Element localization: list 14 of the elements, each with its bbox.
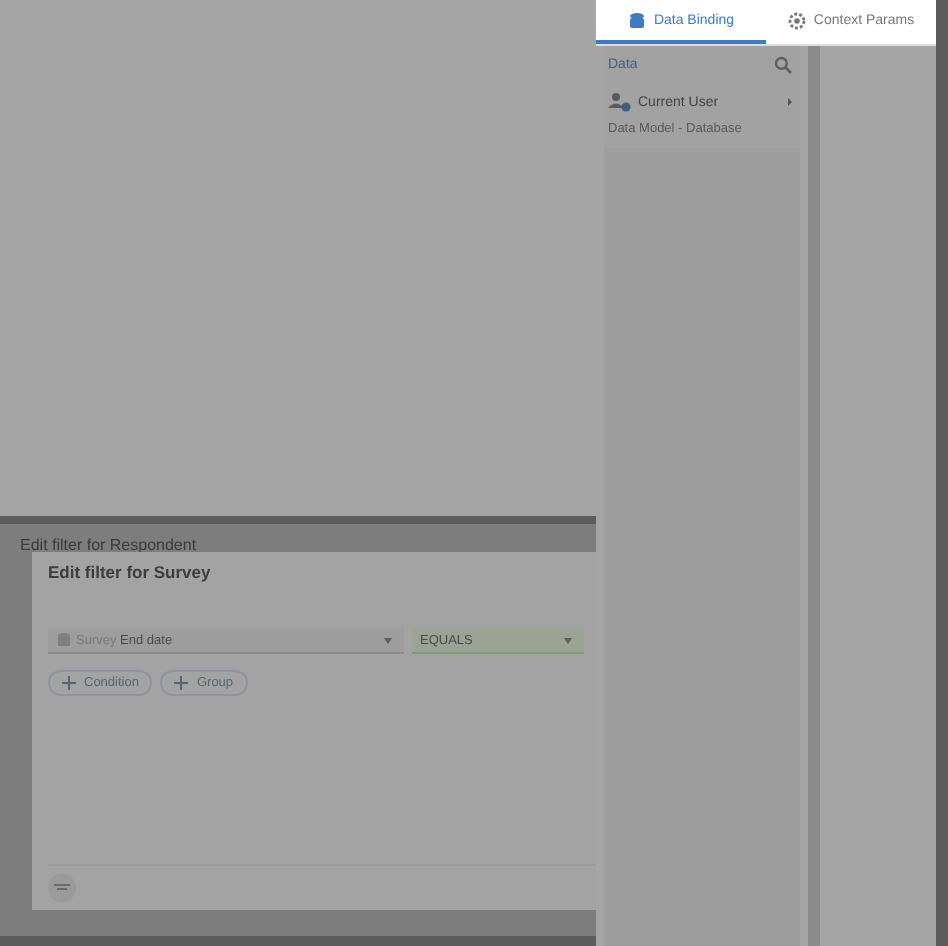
plus-icon <box>62 676 76 690</box>
caret-icon <box>384 637 392 643</box>
database-icon <box>627 11 646 29</box>
gear-icon <box>787 11 806 29</box>
user-icon <box>608 92 632 112</box>
caret-icon <box>564 637 572 643</box>
filter-button[interactable] <box>48 874 76 902</box>
search-icon[interactable] <box>774 56 792 74</box>
expand-arrow-icon[interactable] <box>788 98 792 106</box>
filter-icon <box>54 882 70 894</box>
plus-icon <box>174 676 189 690</box>
dialog-title: Edit filter for Survey <box>48 562 213 586</box>
database-icon <box>56 632 72 648</box>
dialog-title: Edit filter for Respondent <box>20 536 197 554</box>
